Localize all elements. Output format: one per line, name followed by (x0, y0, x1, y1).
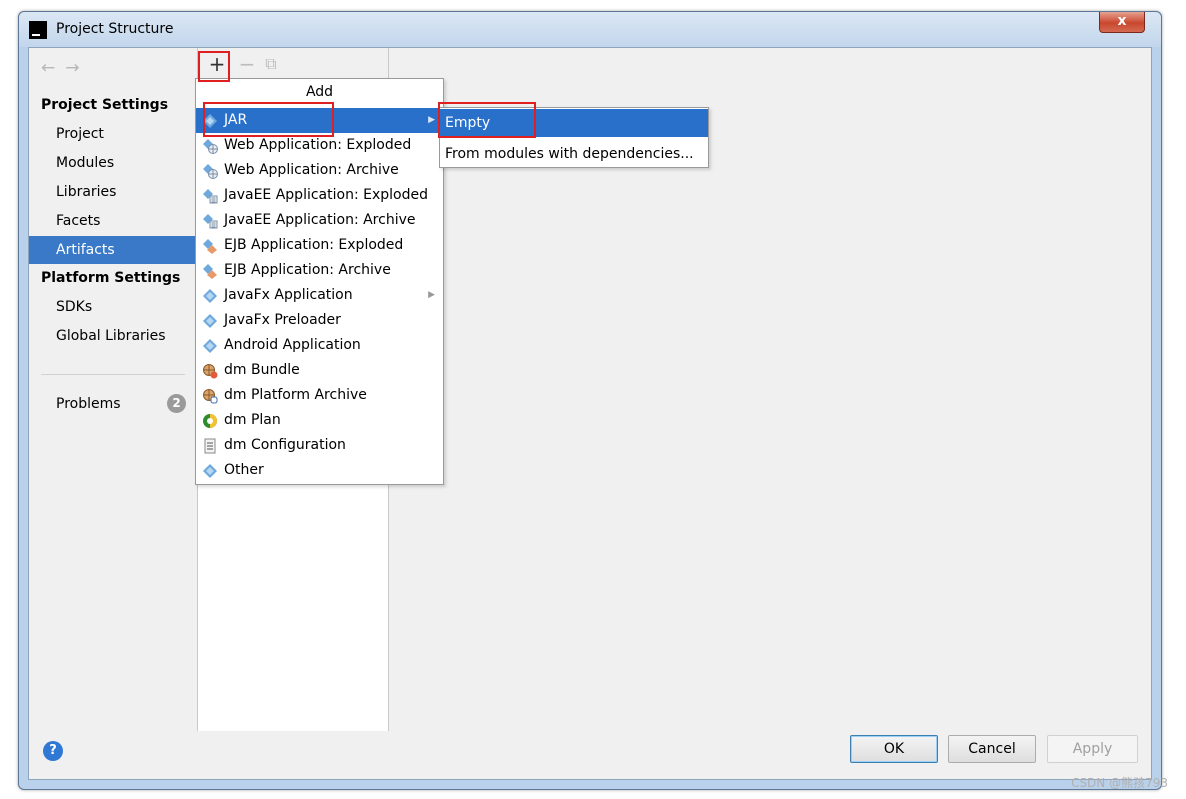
forward-arrow-icon[interactable]: → (65, 58, 89, 78)
javaee-app-icon (202, 213, 218, 229)
menu-item-javaee-application-exploded[interactable]: JavaEE Application: Exploded (196, 183, 443, 208)
menu-item-javafx-application[interactable]: JavaFx Application ▶ (196, 283, 443, 308)
dm-bundle-icon (202, 363, 218, 379)
nav-arrows: ←→ (41, 58, 90, 78)
menu-item-dm-platform-archive[interactable]: dm Platform Archive (196, 383, 443, 408)
back-arrow-icon[interactable]: ← (41, 58, 65, 78)
submenu-arrow-icon: ▶ (428, 115, 435, 125)
problems-count-badge: 2 (167, 394, 186, 413)
sidebar-item-global-libraries[interactable]: Global Libraries (29, 322, 197, 350)
other-icon (202, 463, 218, 479)
sidebar-item-libraries[interactable]: Libraries (29, 178, 197, 206)
menu-item-ejb-application-archive[interactable]: EJB Application: Archive (196, 258, 443, 283)
ejb-app-icon (202, 263, 218, 279)
javaee-app-icon (202, 188, 218, 204)
menu-item-dm-configuration[interactable]: dm Configuration (196, 433, 443, 458)
menu-item-label: JavaEE Application: Archive (224, 212, 416, 228)
ok-button[interactable]: OK (850, 735, 938, 763)
add-artifact-menu: Add JAR ▶ Web Application: Exploded Web App… (195, 78, 444, 485)
sidebar-item-artifacts[interactable]: Artifacts (29, 236, 197, 264)
menu-item-other[interactable]: Other (196, 458, 443, 483)
sidebar-divider (41, 374, 185, 375)
dialog-button-bar: ? OK Cancel Apply (29, 731, 1151, 779)
menu-item-web-application-exploded[interactable]: Web Application: Exploded (196, 133, 443, 158)
menu-item-label: dm Platform Archive (224, 387, 367, 403)
help-icon[interactable]: ? (43, 741, 63, 761)
menu-item-dm-bundle[interactable]: dm Bundle (196, 358, 443, 383)
menu-item-javaee-application-archive[interactable]: JavaEE Application: Archive (196, 208, 443, 233)
menu-item-label: EJB Application: Exploded (224, 237, 404, 253)
jar-submenu: Empty From modules with dependencies... (439, 107, 709, 168)
copy-artifact-button[interactable]: ⧉ (260, 53, 282, 75)
intellij-app-icon (29, 21, 47, 39)
menu-item-android-application[interactable]: Android Application (196, 333, 443, 358)
sidebar-item-facets[interactable]: Facets (29, 207, 197, 235)
menu-item-label: JavaFx Preloader (224, 312, 341, 328)
menu-item-label: JAR (224, 112, 248, 128)
sidebar-item-project[interactable]: Project (29, 120, 197, 148)
add-artifact-button[interactable]: + (206, 53, 228, 75)
remove-artifact-button[interactable]: − (236, 53, 258, 75)
web-app-icon (202, 138, 218, 154)
apply-button[interactable]: Apply (1047, 735, 1138, 763)
menu-item-label: Android Application (224, 337, 361, 353)
dm-plan-icon (202, 413, 218, 429)
submenu-item-from-modules[interactable]: From modules with dependencies... (440, 140, 708, 168)
menu-item-web-application-archive[interactable]: Web Application: Archive (196, 158, 443, 183)
dm-platform-icon (202, 388, 218, 404)
submenu-item-empty[interactable]: Empty (440, 109, 708, 137)
menu-item-dm-plan[interactable]: dm Plan (196, 408, 443, 433)
menu-item-jar[interactable]: JAR ▶ (196, 108, 443, 133)
sidebar-item-sdks[interactable]: SDKs (29, 293, 197, 321)
menu-item-label: Other (224, 462, 264, 478)
settings-sidebar: ←→ Project Settings Project Modules Libr… (29, 48, 197, 731)
menu-item-ejb-application-exploded[interactable]: EJB Application: Exploded (196, 233, 443, 258)
window-title: Project Structure (56, 21, 174, 37)
title-bar[interactable]: Project Structure x (19, 12, 1161, 47)
menu-item-javafx-preloader[interactable]: JavaFx Preloader (196, 308, 443, 333)
sidebar-item-modules[interactable]: Modules (29, 149, 197, 177)
javafx-icon (202, 288, 218, 304)
menu-item-label: JavaFx Application (224, 287, 353, 303)
cancel-button[interactable]: Cancel (948, 735, 1036, 763)
dm-config-icon (202, 438, 218, 454)
menu-item-label: dm Plan (224, 412, 281, 428)
menu-item-label: Web Application: Archive (224, 162, 399, 178)
add-menu-header: Add (305, 84, 334, 100)
ejb-app-icon (202, 238, 218, 254)
menu-item-label: JavaEE Application: Exploded (224, 187, 428, 203)
jar-icon (202, 113, 218, 129)
platform-settings-heading: Platform Settings (41, 270, 181, 286)
android-icon (202, 338, 218, 354)
submenu-arrow-icon: ▶ (428, 290, 435, 300)
project-settings-heading: Project Settings (41, 97, 169, 113)
watermark: CSDN @熊孩793 (1071, 776, 1168, 790)
close-button[interactable]: x (1099, 12, 1145, 33)
javafx-icon (202, 313, 218, 329)
menu-item-label: dm Configuration (224, 437, 346, 453)
menu-item-label: Web Application: Exploded (224, 137, 412, 153)
artifacts-toolbar: + − ⧉ (198, 48, 388, 82)
web-app-icon (202, 163, 218, 179)
menu-item-label: dm Bundle (224, 362, 300, 378)
menu-item-label: EJB Application: Archive (224, 262, 391, 278)
